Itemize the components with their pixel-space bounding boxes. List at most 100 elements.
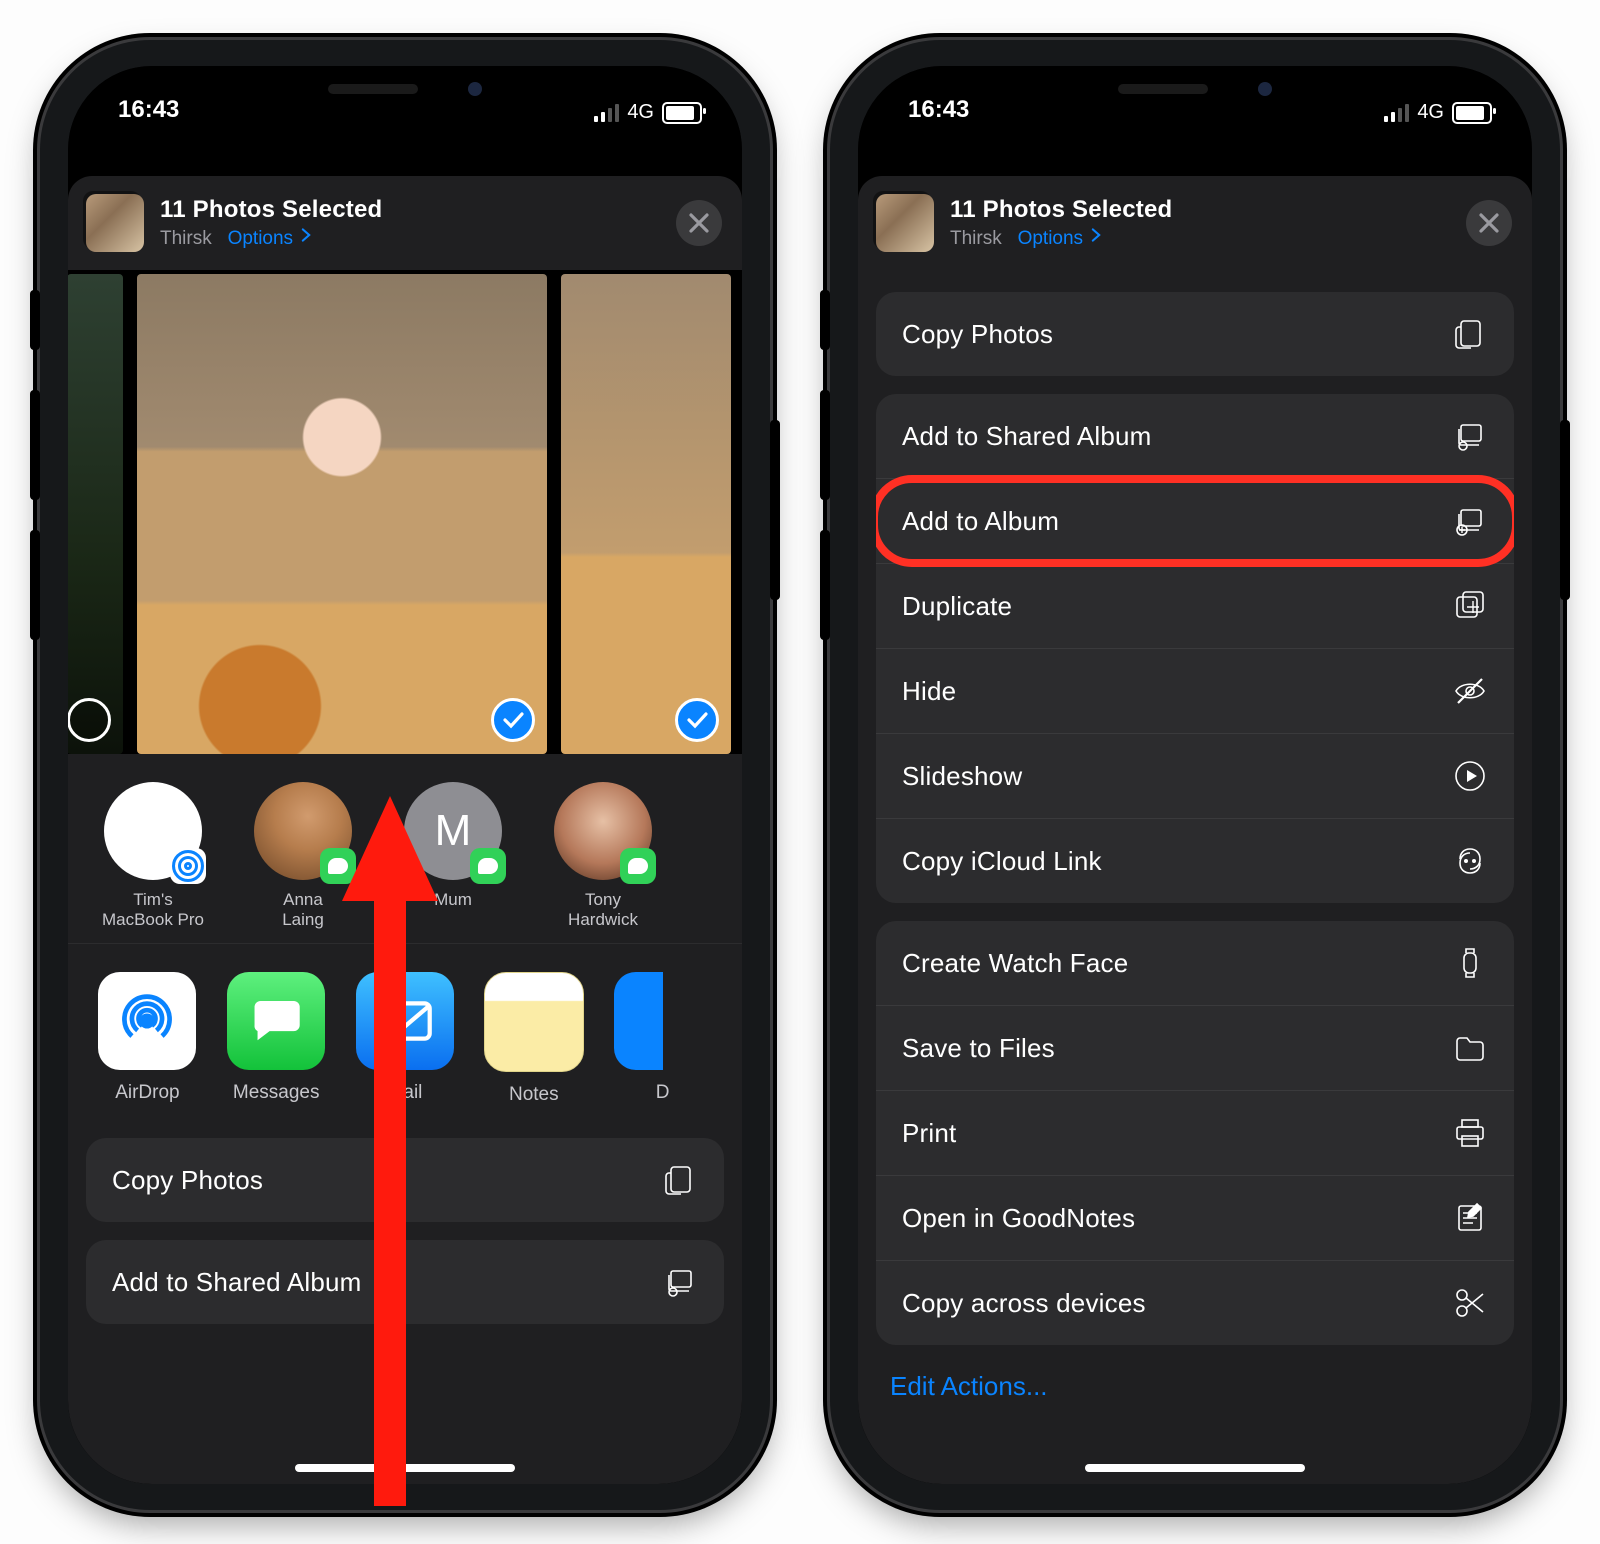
action-copy-photos[interactable]: Copy Photos	[86, 1138, 724, 1222]
photo-thumb[interactable]	[137, 274, 547, 754]
photo-thumb[interactable]	[68, 274, 123, 754]
contact-mum[interactable]: M Mum	[394, 782, 512, 929]
app-label: Mail	[352, 1082, 459, 1104]
action-label: Print	[902, 1118, 956, 1149]
action-hide[interactable]: Hide	[876, 648, 1514, 733]
app-notes[interactable]: Notes	[480, 972, 587, 1106]
app-label: AirDrop	[94, 1082, 201, 1104]
action-slideshow[interactable]: Slideshow	[876, 733, 1514, 818]
airdrop-contacts-row[interactable]: Tim'sMacBook Pro AnnaLaing M Mum TonyHar…	[68, 754, 742, 943]
status-network: 4G	[1417, 101, 1444, 124]
action-save-to-files[interactable]: Save to Files	[876, 1005, 1514, 1090]
checkmark-icon	[491, 698, 535, 742]
messages-badge-icon	[470, 848, 506, 884]
action-list[interactable]: Copy Photos Add to Shared Album	[68, 1120, 742, 1484]
contact-tony-hardwick[interactable]: TonyHardwick	[544, 782, 662, 929]
action-label: Hide	[902, 676, 956, 707]
notes-icon	[484, 972, 584, 1072]
contact-label: Mum	[394, 890, 512, 910]
messages-badge-icon	[320, 848, 356, 884]
edit-actions-link[interactable]: Edit Actions...	[876, 1345, 1514, 1410]
action-label: Add to Album	[902, 506, 1059, 537]
copy-icon	[1452, 316, 1488, 352]
action-add-to-shared-album[interactable]: Add to Shared Album	[876, 394, 1514, 478]
folder-icon	[1452, 1030, 1488, 1066]
airdrop-badge-icon	[170, 848, 206, 884]
app-label: Messages	[223, 1082, 330, 1104]
close-button[interactable]	[676, 200, 722, 246]
action-label: Add to Shared Album	[902, 421, 1152, 452]
checkmark-icon	[675, 698, 719, 742]
note-icon	[1452, 1200, 1488, 1236]
share-location: Thirsk	[160, 228, 212, 249]
action-label: Open in GoodNotes	[902, 1203, 1135, 1234]
app-label: Notes	[480, 1084, 587, 1106]
share-header: 11 Photos Selected Thirsk Options	[858, 176, 1532, 270]
cut-icon	[1452, 1285, 1488, 1321]
photo-strip[interactable]	[68, 270, 742, 754]
close-button[interactable]	[1466, 200, 1512, 246]
app-mail[interactable]: Mail	[352, 972, 459, 1106]
action-label: Slideshow	[902, 761, 1022, 792]
action-create-watch-face[interactable]: Create Watch Face	[876, 921, 1514, 1005]
avatar	[104, 782, 202, 880]
shared-icon	[1452, 418, 1488, 454]
link-icon	[1452, 843, 1488, 879]
app-airdrop[interactable]: AirDrop	[94, 972, 201, 1106]
airdrop-icon	[98, 972, 196, 1070]
messages-icon	[227, 972, 325, 1070]
action-add-to-album[interactable]: Add to Album	[876, 478, 1514, 563]
print-icon	[1452, 1115, 1488, 1151]
watch-icon	[1452, 945, 1488, 981]
contact-label: AnnaLaing	[244, 890, 362, 929]
share-options-link[interactable]: Options	[1018, 228, 1105, 249]
contact-tim-s-macbook-pro[interactable]: Tim'sMacBook Pro	[94, 782, 212, 929]
dup-icon	[1452, 588, 1488, 624]
phone-left: 16:43 4G 11 Photos Selected Thirsk	[40, 40, 770, 1510]
action-list[interactable]: Copy Photos Add to Shared Album Add to A…	[858, 270, 1532, 1484]
share-apps-row[interactable]: AirDrop Messages Mail Notes D	[68, 943, 742, 1120]
signal-icon	[594, 104, 619, 122]
mail-icon	[356, 972, 454, 1070]
action-copy-icloud-link[interactable]: Copy iCloud Link	[876, 818, 1514, 903]
battery-icon	[1452, 102, 1492, 124]
share-header: 11 Photos Selected Thirsk Options	[68, 176, 742, 270]
avatar	[554, 782, 652, 880]
action-label: Copy Photos	[112, 1165, 263, 1196]
contact-label: TonyHardwick	[544, 890, 662, 929]
action-duplicate[interactable]: Duplicate	[876, 563, 1514, 648]
phone-right: 16:43 4G 11 Photos Selected Thirsk	[830, 40, 1560, 1510]
avatar: M	[404, 782, 502, 880]
status-time: 16:43	[908, 96, 969, 124]
contact-anna-laing[interactable]: AnnaLaing	[244, 782, 362, 929]
share-sheet: 11 Photos Selected Thirsk Options	[858, 176, 1532, 1484]
app-messages[interactable]: Messages	[223, 972, 330, 1106]
contact-label: Tim'sMacBook Pro	[94, 890, 212, 929]
share-sheet: 11 Photos Selected Thirsk Options	[68, 176, 742, 1484]
hide-icon	[1452, 673, 1488, 709]
avatar	[254, 782, 352, 880]
share-options-link[interactable]: Options	[228, 228, 315, 249]
play-icon	[1452, 758, 1488, 794]
action-add-to-shared-album[interactable]: Add to Shared Album	[86, 1240, 724, 1324]
share-title: 11 Photos Selected	[950, 196, 1450, 224]
action-copy-across-devices[interactable]: Copy across devices	[876, 1260, 1514, 1345]
action-label: Duplicate	[902, 591, 1012, 622]
photo-thumb[interactable]	[561, 274, 731, 754]
action-label: Add to Shared Album	[112, 1267, 362, 1298]
share-location: Thirsk	[950, 228, 1002, 249]
home-indicator[interactable]	[295, 1464, 515, 1472]
home-indicator[interactable]	[1085, 1464, 1305, 1472]
action-open-in-goodnotes[interactable]: Open in GoodNotes	[876, 1175, 1514, 1260]
album-icon	[1452, 503, 1488, 539]
app-label: D	[609, 1082, 716, 1104]
shared-icon	[662, 1264, 698, 1300]
status-time: 16:43	[118, 96, 179, 124]
action-copy-photos[interactable]: Copy Photos	[876, 292, 1514, 376]
action-label: Copy iCloud Link	[902, 846, 1102, 877]
header-thumb	[876, 194, 934, 252]
app-partial[interactable]: D	[609, 972, 716, 1106]
partial-icon	[614, 972, 712, 1070]
action-label: Copy across devices	[902, 1288, 1146, 1319]
action-print[interactable]: Print	[876, 1090, 1514, 1175]
